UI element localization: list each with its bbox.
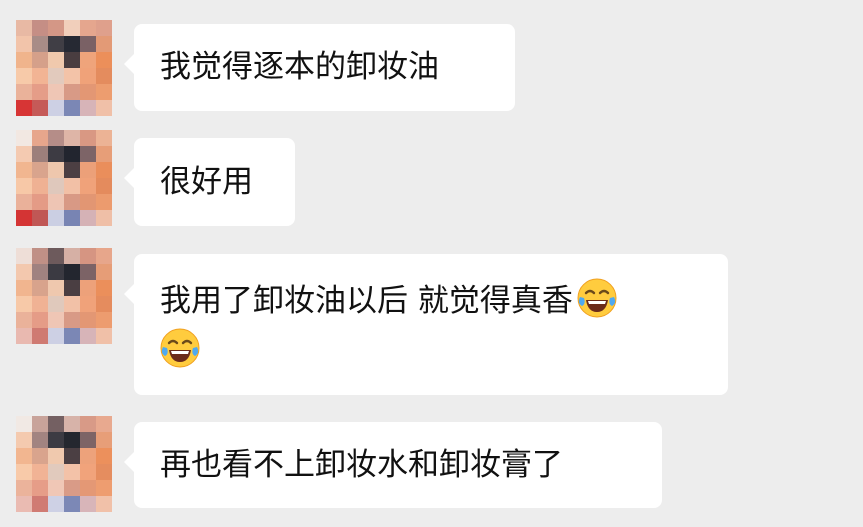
message-text: 我觉得逐本的卸妆油	[160, 49, 439, 85]
avatar[interactable]	[16, 248, 112, 344]
message-text-line	[160, 326, 702, 376]
avatar[interactable]	[16, 416, 112, 512]
message-bubble[interactable]: 很好用	[124, 138, 295, 226]
face-with-tears-of-joy-icon	[158, 326, 202, 370]
message-bubble[interactable]: 我用了卸妆油以后 就觉得真香	[124, 254, 728, 395]
message-text: 很好用	[160, 164, 253, 200]
message-text-line: 我用了卸妆油以后 就觉得真香	[160, 276, 702, 326]
message-text: 我用了卸妆油以后 就觉得真香	[160, 283, 573, 319]
face-with-tears-of-joy-icon	[575, 276, 619, 320]
message-bubble[interactable]: 再也看不上卸妆水和卸妆膏了	[124, 422, 662, 508]
avatar[interactable]	[16, 20, 112, 116]
message-bubble[interactable]: 我觉得逐本的卸妆油	[124, 24, 515, 111]
message-text: 再也看不上卸妆水和卸妆膏了	[160, 447, 563, 483]
avatar[interactable]	[16, 130, 112, 226]
